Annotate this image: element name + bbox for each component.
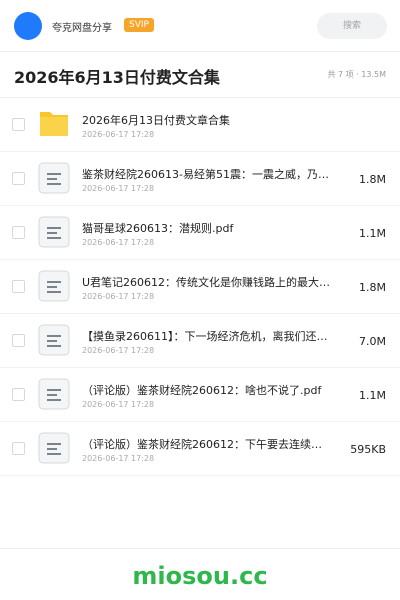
file-size: 7.0M <box>359 335 386 348</box>
username: 夸克网盘分享 <box>52 23 112 34</box>
select-checkbox[interactable] <box>12 172 25 185</box>
file-size: 1.1M <box>359 389 386 402</box>
avatar[interactable] <box>14 12 42 40</box>
file-name: 猫哥星球260613：潜规则.pdf <box>82 222 234 235</box>
page-title: 2026年6月13日付费文合集 <box>14 68 220 87</box>
title-row: 2026年6月13日付费文合集 共 7 项 · 13.5M <box>0 52 400 98</box>
item-summary: 共 7 项 · 13.5M <box>327 70 386 79</box>
select-checkbox[interactable] <box>12 334 25 347</box>
list-item[interactable]: 2026年6月13日付费文章合集 2026-06-17 17:28 <box>0 98 400 152</box>
search-input[interactable]: 搜索 <box>317 13 387 39</box>
select-checkbox[interactable] <box>12 226 25 239</box>
header: 夸克网盘分享 SVIP 搜索 <box>0 0 400 52</box>
file-date: 2026-06-17 17:28 <box>82 400 155 409</box>
file-name: 【摸鱼录260611】：下一场经济危机，离我们还有… <box>82 330 332 343</box>
select-checkbox[interactable] <box>12 118 25 131</box>
svip-badge: SVIP <box>124 18 154 32</box>
file-size: 595KB <box>350 443 386 456</box>
file-date: 2026-06-17 17:28 <box>82 238 155 247</box>
file-date: 2026-06-17 17:28 <box>82 184 155 193</box>
file-name: 2026年6月13日付费文章合集 <box>82 114 230 127</box>
file-list: 2026年6月13日付费文章合集 2026-06-17 17:28 鉴茶财经院2… <box>0 98 400 476</box>
list-item[interactable]: （评论版）鉴茶财经院260612：啥也不说了.pdf 2026-06-17 17… <box>0 368 400 422</box>
document-icon <box>38 378 70 410</box>
document-icon <box>38 432 70 464</box>
list-item[interactable]: 猫哥星球260613：潜规则.pdf 2026-06-17 17:28 1.1M <box>0 206 400 260</box>
file-date: 2026-06-17 17:28 <box>82 454 155 463</box>
file-size: 1.8M <box>359 281 386 294</box>
file-name: （评论版）鉴茶财经院260612：下午要去连续考察… <box>82 438 332 451</box>
file-date: 2026-06-17 17:28 <box>82 130 155 139</box>
document-icon <box>38 216 70 248</box>
folder-icon <box>40 112 68 136</box>
select-checkbox[interactable] <box>12 280 25 293</box>
file-size: 1.8M <box>359 173 386 186</box>
select-checkbox[interactable] <box>12 442 25 455</box>
select-checkbox[interactable] <box>12 388 25 401</box>
list-item[interactable]: 鉴茶财经院260613-易经第51震：一震之威，乃… 2026-06-17 17… <box>0 152 400 206</box>
document-icon <box>38 270 70 302</box>
file-date: 2026-06-17 17:28 <box>82 346 155 355</box>
file-name: U君笔记260612：传统文化是你赚钱路上的最大障… <box>82 276 332 289</box>
file-date: 2026-06-17 17:28 <box>82 292 155 301</box>
document-icon <box>38 162 70 194</box>
file-name: （评论版）鉴茶财经院260612：啥也不说了.pdf <box>82 384 322 397</box>
list-item[interactable]: U君笔记260612：传统文化是你赚钱路上的最大障… 2026-06-17 17… <box>0 260 400 314</box>
list-item[interactable]: 【摸鱼录260611】：下一场经济危机，离我们还有… 2026-06-17 17… <box>0 314 400 368</box>
footer-divider <box>0 548 400 549</box>
list-item[interactable]: （评论版）鉴茶财经院260612：下午要去连续考察… 2026-06-17 17… <box>0 422 400 476</box>
document-icon <box>38 324 70 356</box>
file-size: 1.1M <box>359 227 386 240</box>
watermark: miosou.cc <box>132 562 268 590</box>
file-name: 鉴茶财经院260613-易经第51震：一震之威，乃… <box>82 168 329 181</box>
